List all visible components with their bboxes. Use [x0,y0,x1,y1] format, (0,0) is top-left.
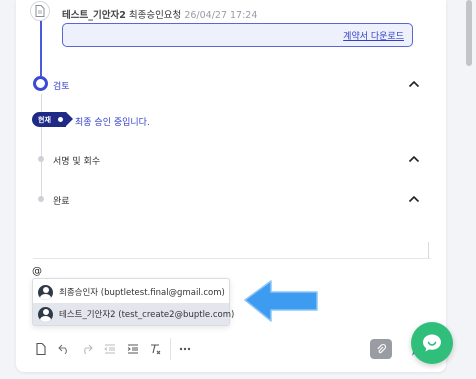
chat-support-button[interactable] [411,322,453,364]
comment-divider [33,258,431,259]
chevron-up-icon[interactable] [408,80,420,88]
current-badge-dot [58,117,63,122]
contract-download-link[interactable]: 계약서 다운로드 [343,29,404,42]
avatar [38,306,53,322]
history-entry: 테스트_기안자2 최종승인요청 26/04/27 17:24 [62,7,257,21]
step-pending-dot [38,156,44,162]
paperclip-icon[interactable] [370,339,392,359]
step-sign-label: 서명 및 회수 [53,157,101,167]
timeline-line-active [40,20,42,76]
history-author: 테스트_기안자2 [62,10,126,21]
document-icon [30,1,50,21]
history-timestamp: 26/04/27 17:24 [184,10,258,21]
page-scrollbar-thumb[interactable] [466,0,472,66]
chevron-up-icon[interactable] [408,195,420,203]
undo-icon[interactable] [55,340,73,358]
step-review-label: 검토 [53,82,70,92]
indent-icon[interactable] [124,340,142,358]
toolbar-separator [170,338,171,360]
step-pending-dot [38,196,44,202]
current-status-message: 최종 승인 중입니다. [75,118,150,128]
current-badge-label: 현재 [38,115,51,124]
outdent-icon[interactable] [101,340,119,358]
more-icon[interactable] [176,340,194,358]
redo-icon[interactable] [78,340,96,358]
mention-option-label: 최종승인자 (buptletest.final@gmail.com) [59,288,225,298]
chat-bubble-icon [423,334,441,352]
mention-option-selected[interactable]: 테스트_기안자2 (test_create2@buptle.com) [33,303,234,325]
history-action: 최종승인요청 [128,10,182,21]
step-active-indicator [33,76,48,91]
chevron-up-icon[interactable] [408,155,420,163]
mention-option[interactable]: 최종승인자 (buptletest.final@gmail.com) [33,281,229,303]
avatar [38,284,53,300]
comment-input[interactable]: @ [32,266,42,277]
arrow-annotation [244,280,318,322]
approval-panel: 테스트_기안자2 최종승인요청 26/04/27 17:24 계약서 다운로드 … [16,0,446,372]
download-box: 계약서 다운로드 [62,23,413,47]
inner-scroll-edge [428,242,429,258]
step-complete-label: 완료 [53,197,70,207]
timeline-line-pending [40,94,42,202]
mention-option-label: 테스트_기안자2 (test_create2@buptle.com) [59,310,235,320]
document-icon[interactable] [32,340,50,358]
clear-format-icon[interactable] [147,340,165,358]
mention-dropdown: 최종승인자 (buptletest.final@gmail.com) 테스트_기… [32,278,234,326]
